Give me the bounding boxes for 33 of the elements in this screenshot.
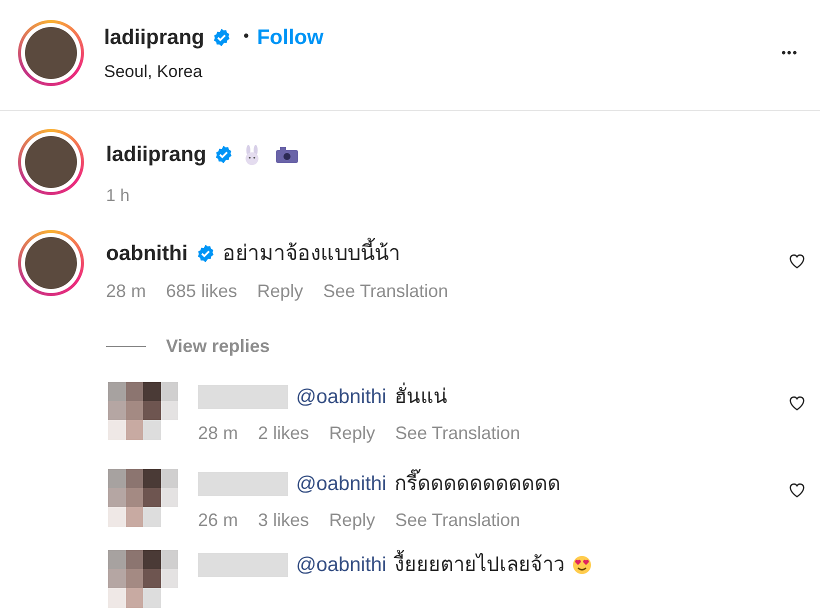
reply-text: ฮั่นแน่ [394, 382, 448, 412]
mention-link[interactable]: @oabnithi [296, 550, 386, 580]
view-replies-button[interactable]: View replies [166, 332, 270, 360]
follow-button[interactable]: Follow [256, 22, 324, 53]
camera-icon [275, 146, 300, 164]
username[interactable]: oabnithi [106, 238, 188, 270]
username[interactable]: ladiiprang [104, 22, 204, 53]
comment-text: อย่ามาจ้องแบบนี้น้า [222, 238, 401, 270]
heart-eyes-face-icon [572, 554, 592, 574]
location-text[interactable]: Seoul, Korea [104, 59, 782, 84]
username[interactable]: ladiiprang [106, 139, 206, 170]
reply-text: งื้ยยยตายไปเลยจ้าว [394, 550, 564, 580]
separator-dot: • [243, 27, 249, 48]
see-translation-link[interactable]: See Translation [395, 420, 520, 446]
pixelated-avatar [108, 550, 178, 608]
likes-count[interactable]: 2 likes [258, 420, 310, 446]
comment-time: 26 m [198, 508, 238, 532]
mention-link[interactable]: @oabnithi [296, 468, 386, 498]
more-options-button[interactable]: ••• [781, 43, 798, 63]
see-translation-link[interactable]: See Translation [323, 278, 448, 304]
see-translation-link[interactable]: See Translation [395, 506, 520, 534]
post-time: 1 h [106, 184, 131, 206]
mention-link[interactable]: @oabnithi [296, 382, 386, 412]
likes-count[interactable]: 685 likes [166, 278, 238, 304]
reply-link[interactable]: Reply [257, 278, 304, 304]
reply-link[interactable]: Reply [329, 420, 376, 446]
reply-link[interactable]: Reply [329, 506, 376, 534]
pixelated-avatar [108, 468, 178, 526]
likes-count[interactable]: 3 likes [258, 506, 310, 534]
comment-time: 28 m [198, 422, 238, 444]
reply-text: กรี๊ดดดดดดดดดดด [394, 468, 560, 498]
comment-time: 28 m [106, 280, 146, 302]
pixelated-avatar [108, 382, 178, 440]
